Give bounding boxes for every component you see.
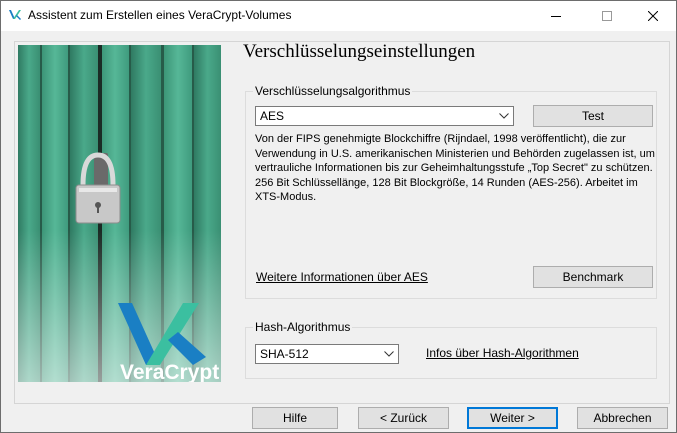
wizard-side-image: VeraCrypt bbox=[18, 45, 221, 382]
cancel-button[interactable]: Abbrechen bbox=[577, 407, 668, 429]
maximize-icon bbox=[602, 11, 612, 21]
aes-more-info-link[interactable]: Weitere Informationen über AES bbox=[256, 270, 428, 284]
encryption-algorithm-select[interactable]: AES bbox=[255, 106, 514, 126]
help-button[interactable]: Hilfe bbox=[252, 407, 338, 429]
page-title: Verschlüsselungseinstellungen bbox=[243, 41, 476, 62]
close-icon bbox=[648, 11, 658, 21]
algorithm-description: Von der FIPS genehmigte Blockchiffre (Ri… bbox=[255, 133, 655, 203]
next-button[interactable]: Weiter > bbox=[467, 407, 558, 429]
hash-algorithm-select[interactable]: SHA-512 bbox=[255, 344, 399, 364]
title-bar[interactable]: Assistent zum Erstellen eines VeraCrypt-… bbox=[1, 1, 676, 31]
test-button[interactable]: Test bbox=[533, 105, 653, 127]
locked-door-picture: VeraCrypt bbox=[18, 45, 221, 382]
chevron-down-icon bbox=[384, 351, 394, 357]
wizard-client-area: VeraCrypt Verschlüsselungseinstellungen … bbox=[1, 31, 676, 432]
encryption-algorithm-group-label: Verschlüsselungsalgorithmus bbox=[253, 84, 413, 98]
minimize-icon bbox=[551, 16, 561, 17]
maximize-button[interactable] bbox=[584, 1, 630, 31]
veracrypt-logo: VeraCrypt bbox=[120, 361, 219, 382]
veracrypt-app-icon bbox=[9, 10, 21, 20]
hash-algorithm-group-label: Hash-Algorithmus bbox=[253, 320, 353, 334]
chevron-down-icon bbox=[499, 113, 509, 119]
hash-algorithm-value: SHA-512 bbox=[260, 347, 309, 361]
window-title: Assistent zum Erstellen eines VeraCrypt-… bbox=[28, 8, 292, 22]
minimize-button[interactable] bbox=[533, 1, 579, 31]
encryption-algorithm-value: AES bbox=[260, 109, 285, 123]
back-button[interactable]: < Zurück bbox=[358, 407, 449, 429]
close-button[interactable] bbox=[630, 1, 676, 31]
benchmark-button[interactable]: Benchmark bbox=[533, 266, 653, 288]
wizard-window: Assistent zum Erstellen eines VeraCrypt-… bbox=[0, 0, 677, 433]
hash-info-link[interactable]: Infos über Hash-Algorithmen bbox=[426, 346, 579, 360]
